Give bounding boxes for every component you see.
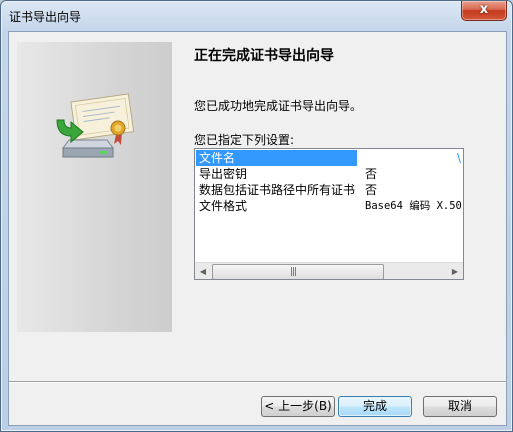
wizard-window: 证书导出向导 x 正在完成证书导出向导 您已成功地完成证书导出向导。 您已指定下… <box>0 0 513 432</box>
scroll-thumb[interactable]: ||| <box>212 264 384 279</box>
certificate-export-icon <box>56 93 135 158</box>
scroll-right-icon[interactable]: ▶ <box>447 263 463 279</box>
horizontal-scrollbar[interactable]: ◀ ||| ▶ <box>195 262 463 279</box>
scroll-left-icon[interactable]: ◀ <box>195 263 211 279</box>
setting-key: 数据包括证书路径中所有证书 <box>199 183 356 197</box>
back-button[interactable]: < 上一步(B) <box>261 396 335 417</box>
wizard-heading: 正在完成证书导出向导 <box>194 48 334 64</box>
settings-list[interactable]: 文件名 \ 导出密钥 否 数据包括证书路径中所有证书 否 文件格式 Base64… <box>194 148 464 280</box>
setting-value: Base64 编码 X.50 <box>365 200 462 212</box>
settings-row-file-format[interactable]: 文件格式 Base64 编码 X.50 <box>195 198 463 214</box>
scroll-grip-icon: ||| <box>290 267 297 277</box>
settings-row-include-path[interactable]: 数据包括证书路径中所有证书 否 <box>195 182 463 198</box>
wizard-side-panel <box>17 42 172 332</box>
setting-key: 文件格式 <box>199 199 248 213</box>
dialog-client-area: 正在完成证书导出向导 您已成功地完成证书导出向导。 您已指定下列设置: 文件名 … <box>8 31 507 426</box>
settings-row-filename[interactable]: 文件名 \ <box>195 150 463 166</box>
finish-button[interactable]: 完成 <box>338 396 412 417</box>
title-bar[interactable]: 证书导出向导 x <box>1 1 512 31</box>
close-icon: x <box>479 2 489 17</box>
success-message: 您已成功地完成证书导出向导。 <box>194 99 363 113</box>
setting-key: 文件名 <box>196 150 357 166</box>
settings-label: 您已指定下列设置: <box>194 133 295 147</box>
setting-key: 导出密钥 <box>199 167 248 181</box>
settings-row-export-key[interactable]: 导出密钥 否 <box>195 166 463 182</box>
setting-value: 否 <box>365 167 378 181</box>
close-button[interactable]: x <box>461 1 507 21</box>
setting-value: 否 <box>365 183 378 197</box>
window-title: 证书导出向导 <box>9 10 82 24</box>
cancel-button[interactable]: 取消 <box>423 396 497 417</box>
button-separator <box>9 381 506 383</box>
setting-value: \ <box>457 151 462 165</box>
